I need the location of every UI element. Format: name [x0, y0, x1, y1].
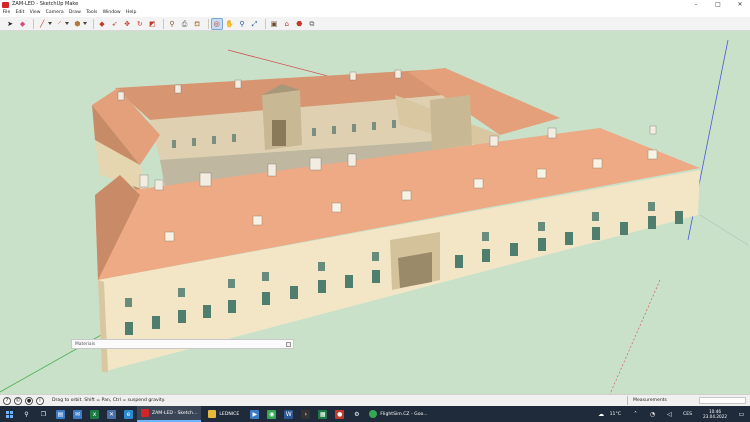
menu-file[interactable]: File	[0, 9, 13, 17]
warehouse-icon[interactable]: ⌂	[282, 19, 292, 29]
tape-measure-icon[interactable]: ⚲	[167, 19, 177, 29]
clock-date: 23.04.2022	[703, 414, 727, 419]
components-icon[interactable]: ▣	[269, 19, 279, 29]
user-icon[interactable]: ●	[25, 396, 33, 405]
taskbar-app-explorer[interactable]: LEDNICE	[204, 406, 243, 422]
toolbar-separator	[265, 18, 267, 29]
toolbar-separator	[207, 18, 209, 29]
volume-icon[interactable]: ◁	[665, 410, 674, 419]
network-icon[interactable]: ◔	[648, 410, 657, 419]
select-icon[interactable]: ➤	[5, 19, 15, 29]
menu-tools[interactable]: Tools	[83, 9, 100, 17]
sketchup-taskbar-icon	[141, 409, 149, 417]
sketchup-window: ZAM-LED - SketchUp Make – □ ✕ File Edit …	[0, 0, 750, 422]
windows-taskbar: ⚲ ❐ ▤ ✉ x ✕ e ZAM-LED - Sketch... LEDNIC…	[0, 406, 750, 422]
title-bar: ZAM-LED - SketchUp Make – □ ✕	[0, 0, 750, 9]
input-language[interactable]: CES	[683, 412, 692, 417]
settings-icon[interactable]: ⚙	[352, 410, 361, 419]
chevron-down-icon[interactable]	[47, 22, 52, 25]
widgets-icon[interactable]: ▤	[56, 409, 65, 419]
move-icon[interactable]: ✥	[122, 19, 132, 29]
materials-label: Materials	[75, 341, 96, 347]
measurements-label: Measurements	[633, 398, 667, 403]
windows-logo-icon	[5, 410, 13, 418]
line-icon[interactable]: ╱	[37, 19, 47, 29]
toolbar-separator	[162, 18, 164, 29]
measurements-input[interactable]	[699, 397, 746, 404]
window-title: ZAM-LED - SketchUp Make	[12, 1, 79, 7]
zoom-icon[interactable]: ⚲	[237, 19, 247, 29]
arc-icon[interactable]: ◜	[55, 19, 65, 29]
menu-bar: File Edit View Camera Draw Tools Window …	[0, 9, 750, 17]
axis-guide-line	[699, 214, 749, 246]
menu-edit[interactable]: Edit	[13, 9, 27, 17]
materials-panel[interactable]: Materials	[71, 339, 294, 349]
search-icon[interactable]: ⚲	[22, 410, 31, 419]
maximize-button[interactable]: □	[708, 0, 728, 9]
weather-temperature: 11°C	[609, 411, 621, 417]
rotate-icon[interactable]: ↻	[135, 19, 145, 29]
task-view-icon[interactable]: ❐	[39, 410, 48, 419]
app-icon[interactable]: ●	[335, 409, 345, 419]
weather-icon[interactable]: ☁	[597, 410, 606, 419]
right-tower	[430, 95, 472, 150]
taskbar-clock[interactable]: 10:46 23.04.2022	[703, 409, 727, 419]
terminal-icon[interactable]: ›	[301, 409, 311, 419]
status-hint: Drag to orbit. Shift = Pan, Ctrl = suspe…	[52, 398, 166, 403]
close-button[interactable]: ✕	[730, 0, 750, 9]
zoom-extents-icon[interactable]: ⤢	[250, 19, 260, 29]
push-pull-icon[interactable]: ◆	[97, 19, 107, 29]
system-tray: ☁ 11°C ˄ ◔ ◁ CES 10:46 23.04.2022 ▭	[593, 406, 750, 422]
status-bar: ? © ● i Drag to orbit. Shift = Pan, Ctrl…	[0, 394, 750, 406]
extension-warehouse-icon[interactable]: ⬣	[294, 19, 304, 29]
tray-chevron-icon[interactable]: ˄	[631, 410, 640, 419]
taskbar-app-label: FlightSim.CZ - Goo...	[380, 411, 428, 417]
chrome-pinned-icon[interactable]: ◉	[267, 409, 277, 419]
menu-view[interactable]: View	[27, 9, 43, 17]
main-toolbar: ➤ ◆ ╱ ◜ ⬢ ◆ ➶ ✥ ↻ ◩ ⚲ ⎙ ⛾ ◎ ✋ ⚲ ⤢ ▣ ⌂ ⬣ ⧉	[0, 17, 750, 31]
paint-bucket-icon[interactable]: ⛾	[192, 19, 202, 29]
edge-icon[interactable]: e	[124, 409, 133, 419]
toolbar-separator	[92, 18, 94, 29]
gateway-arch	[398, 252, 432, 288]
folder-icon	[208, 410, 217, 418]
text-icon[interactable]: ⎙	[180, 19, 190, 29]
tool-icon[interactable]: ✕	[107, 409, 116, 419]
materials-expand-button[interactable]	[286, 342, 291, 347]
menu-help[interactable]: Help	[123, 9, 139, 17]
pinned-app-icon[interactable]: ▶	[250, 409, 260, 419]
measurements-box: Measurements	[627, 396, 750, 405]
back-tower-gate	[272, 120, 286, 146]
geolocation-icon[interactable]: ?	[3, 396, 11, 405]
spreadsheet-icon[interactable]: ▦	[318, 409, 328, 419]
credits-icon[interactable]: ©	[14, 396, 22, 405]
chevron-down-icon[interactable]	[65, 22, 70, 25]
orbit-icon[interactable]: ◎	[210, 17, 223, 30]
menu-window[interactable]: Window	[100, 9, 123, 17]
taskbar-app-label: ZAM-LED - Sketch...	[152, 410, 198, 416]
notifications-icon[interactable]: ▭	[737, 410, 746, 419]
pan-icon[interactable]: ✋	[224, 19, 234, 29]
instructor-icon[interactable]: i	[36, 396, 44, 405]
taskbar-app-label: LEDNICE	[219, 411, 240, 417]
eraser-icon[interactable]: ◆	[18, 19, 28, 29]
chevron-down-icon[interactable]	[82, 22, 87, 25]
chrome-icon	[369, 410, 378, 418]
shape-icon[interactable]: ⬢	[72, 19, 82, 29]
menu-camera[interactable]: Camera	[43, 9, 66, 17]
minimize-button[interactable]: –	[686, 0, 706, 9]
excel-icon[interactable]: x	[90, 409, 99, 419]
start-button[interactable]	[0, 406, 18, 422]
share-model-icon[interactable]: ⧉	[307, 19, 317, 29]
sketchup-logo-icon	[2, 1, 9, 8]
mail-icon[interactable]: ✉	[73, 409, 82, 419]
word-icon[interactable]: W	[284, 409, 294, 419]
taskbar-app-sketchup[interactable]: ZAM-LED - Sketch...	[137, 406, 202, 422]
toolbar-separator	[33, 18, 35, 29]
menu-draw[interactable]: Draw	[66, 9, 83, 17]
taskbar-app-chrome[interactable]: FlightSim.CZ - Goo...	[365, 406, 431, 422]
red-axis-dashed-line	[609, 279, 661, 394]
scale-icon[interactable]: ◩	[147, 19, 157, 29]
offset-icon[interactable]: ➶	[110, 19, 120, 29]
